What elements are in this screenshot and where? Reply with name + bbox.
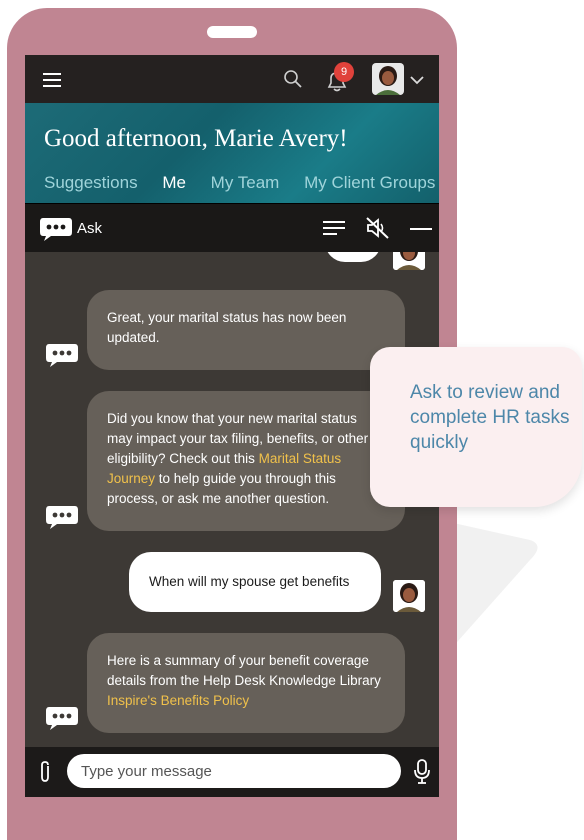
- feature-callout: Ask to review and complete HR tasks quic…: [370, 347, 582, 507]
- tab-suggestions[interactable]: Suggestions: [44, 173, 138, 193]
- search-icon[interactable]: [283, 69, 303, 89]
- bot-message: Did you know that your new marital statu…: [87, 391, 405, 531]
- message-input[interactable]: [67, 754, 401, 788]
- bot-message: Here is a summary of your benefit covera…: [87, 633, 405, 733]
- bot-message-text: Here is a summary of your benefit covera…: [107, 653, 381, 688]
- notification-badge: 9: [334, 62, 354, 82]
- bot-message-text: Great, your marital status has now been …: [107, 310, 347, 345]
- callout-text: Ask to review and complete HR tasks quic…: [410, 382, 570, 453]
- tab-my-client-groups[interactable]: My Client Groups: [304, 173, 435, 193]
- bot-message: Great, your marital status has now been …: [87, 290, 405, 370]
- user-avatar: [393, 252, 425, 270]
- chat-bubble-icon: [46, 506, 78, 529]
- tab-my-team[interactable]: My Team: [211, 173, 280, 193]
- greeting-heading: Good afternoon, Marie Avery!: [44, 125, 348, 152]
- chat-bubble-icon: [46, 707, 78, 730]
- nav-tabs: Suggestions Me My Team My Client Groups: [44, 173, 439, 193]
- microphone-icon[interactable]: [413, 759, 431, 785]
- welcome-banner: Good afternoon, Marie Avery! Suggestions…: [25, 103, 439, 203]
- chat-bubble-icon: [40, 218, 72, 241]
- mute-icon[interactable]: [366, 217, 390, 239]
- user-message: When will my spouse get benefits: [129, 552, 381, 612]
- chat-bubble-icon: [46, 344, 78, 367]
- message-composer: [25, 747, 439, 797]
- chevron-down-icon[interactable]: [410, 75, 424, 85]
- top-bar: 9: [25, 55, 439, 103]
- paperclip-icon[interactable]: [37, 760, 53, 784]
- tab-me[interactable]: Me: [162, 173, 186, 193]
- minimize-icon[interactable]: [410, 228, 432, 230]
- user-message-text: When will my spouse get benefits: [149, 574, 350, 589]
- assistant-header: Ask: [25, 203, 439, 252]
- phone-speaker: [207, 26, 257, 38]
- hamburger-icon[interactable]: [43, 73, 61, 91]
- user-avatar: [393, 580, 425, 612]
- avatar[interactable]: [372, 63, 404, 95]
- previous-user-message: [325, 252, 381, 262]
- list-icon[interactable]: [323, 220, 345, 236]
- benefits-policy-link[interactable]: Inspire's Benefits Policy: [107, 693, 249, 708]
- assistant-title: Ask: [77, 220, 103, 237]
